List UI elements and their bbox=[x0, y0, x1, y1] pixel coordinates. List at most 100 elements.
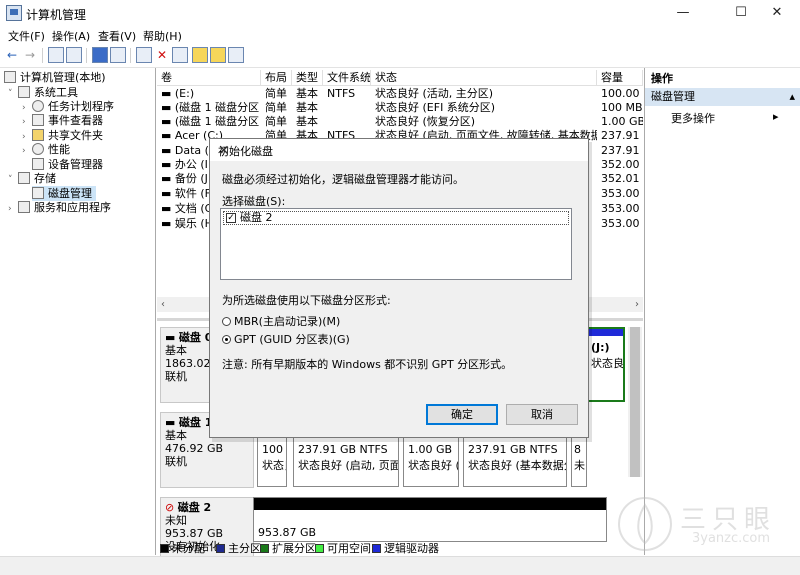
open-folder-icon[interactable] bbox=[192, 47, 208, 63]
window-view-icon[interactable] bbox=[228, 47, 244, 63]
tree-disk-management[interactable]: 磁盘管理 bbox=[32, 186, 96, 201]
volume-name: ▬ (E:) bbox=[161, 87, 195, 100]
tree-shared-folders[interactable]: › 共享文件夹 bbox=[22, 128, 103, 143]
volume-capacity: 237.91 G bbox=[601, 144, 643, 157]
gpt-radio[interactable]: GPT (GUID 分区表)(G) bbox=[222, 331, 350, 347]
check-icon[interactable] bbox=[172, 47, 188, 63]
chevron-right-icon[interactable]: › bbox=[8, 202, 18, 217]
actions-disk-management[interactable]: 磁盘管理 ▴ bbox=[645, 88, 800, 106]
partition-status: 状态良 bbox=[262, 459, 286, 472]
partition-status: 未 bbox=[574, 459, 585, 472]
uninitialized-disk-icon: ⊘ bbox=[165, 501, 178, 514]
tree-services-apps[interactable]: › 服务和应用程序 bbox=[8, 200, 111, 215]
legend-swatch bbox=[315, 544, 324, 553]
menu-action[interactable]: 操作(A) bbox=[52, 28, 90, 44]
unallocated-bar bbox=[254, 498, 606, 510]
volume-row[interactable]: ▬ (磁盘 1 磁盘分区 1) 简单 基本 状态良好 (EFI 系统分区) 10… bbox=[157, 101, 643, 115]
clock-icon bbox=[32, 100, 44, 112]
column-header-filesystem[interactable]: 文件系统 bbox=[323, 70, 371, 86]
disk-list-item[interactable]: ✓ 磁盘 2 bbox=[223, 211, 569, 225]
legend-swatch bbox=[216, 544, 225, 553]
volume-filesystem bbox=[327, 115, 371, 129]
disk-2-unallocated[interactable]: 953.87 GB bbox=[253, 497, 607, 542]
scrollbar-thumb[interactable] bbox=[630, 327, 640, 477]
disk-state: 联机 bbox=[165, 455, 187, 468]
volume-row[interactable]: ▬ (磁盘 1 磁盘分区 4) 简单 基本 状态良好 (恢复分区) 1.00 G… bbox=[157, 115, 643, 129]
volume-bar-icon: ▬ bbox=[161, 101, 175, 114]
legend: 未分配 主分区 扩展分区 可用空间 逻辑驱动器 bbox=[160, 540, 640, 556]
partition-status: 状态良好 (基本数据分 bbox=[468, 459, 567, 472]
volume-capacity: 100 MB bbox=[601, 101, 643, 114]
column-header-type[interactable]: 类型 bbox=[292, 70, 323, 86]
tree-performance[interactable]: › 性能 bbox=[22, 142, 70, 157]
volume-capacity: 352.00 G bbox=[601, 158, 643, 171]
up-folder-icon[interactable] bbox=[48, 47, 64, 63]
menu-view[interactable]: 查看(V) bbox=[98, 28, 136, 44]
delete-icon[interactable]: ✕ bbox=[154, 47, 170, 63]
event-viewer-icon bbox=[32, 114, 44, 126]
tree-event-viewer[interactable]: › 事件查看器 bbox=[22, 113, 103, 128]
gpt-note: 注意: 所有早期版本的 Windows 都不识别 GPT 分区形式。 bbox=[222, 358, 513, 371]
radio-button[interactable] bbox=[222, 317, 231, 326]
column-header-capacity[interactable]: 容量 bbox=[597, 70, 643, 86]
toolbar-separator bbox=[86, 48, 87, 63]
cancel-button[interactable]: 取消 bbox=[506, 404, 578, 425]
mbr-radio[interactable]: MBR(主启动记录)(M) bbox=[222, 313, 340, 329]
dialog-close-button[interactable]: ✕ bbox=[218, 143, 580, 159]
disk-type: 未知 bbox=[165, 514, 187, 527]
partition-size: 8 bbox=[574, 443, 581, 456]
disk-checkbox[interactable]: ✓ bbox=[226, 213, 236, 223]
dialog-titlebar: 初始化磁盘 ✕ bbox=[210, 139, 588, 161]
column-header-status[interactable]: 状态 bbox=[371, 70, 597, 86]
disk-listbox[interactable]: ✓ 磁盘 2 bbox=[220, 208, 572, 280]
chevron-down-icon[interactable]: ˅ bbox=[8, 173, 18, 188]
legend-logical-drive: 逻辑驱动器 bbox=[372, 540, 439, 556]
chevron-down-icon[interactable]: ˅ bbox=[8, 87, 18, 102]
ok-button[interactable]: 确定 bbox=[426, 404, 498, 425]
connect-icon[interactable] bbox=[136, 47, 152, 63]
tree-device-manager[interactable]: 设备管理器 bbox=[32, 157, 103, 172]
legend-free-space: 可用空间 bbox=[315, 540, 371, 556]
menu-help[interactable]: 帮助(H) bbox=[143, 28, 182, 44]
tree-storage[interactable]: ˅ 存储 bbox=[8, 171, 56, 186]
forward-icon[interactable]: → bbox=[22, 47, 38, 63]
computer-icon bbox=[4, 71, 16, 83]
watermark: 三只眼 3yanzc.com bbox=[612, 495, 800, 555]
volume-status: 状态良好 (活动, 主分区) bbox=[375, 87, 494, 100]
volume-capacity: 237.91 G bbox=[601, 129, 643, 142]
scroll-right-icon[interactable]: › bbox=[635, 297, 639, 312]
menu-bar: 文件(F) 操作(A) 查看(V) 帮助(H) bbox=[0, 26, 800, 44]
collapse-up-icon[interactable]: ▴ bbox=[789, 88, 795, 106]
legend-swatch bbox=[160, 544, 169, 553]
volume-bar-icon: ▬ bbox=[161, 187, 175, 200]
volume-name: ▬ (磁盘 1 磁盘分区 4) bbox=[161, 115, 261, 128]
dialog-message: 磁盘必须经过初始化，逻辑磁盘管理器才能访问。 bbox=[222, 173, 464, 186]
column-header-layout[interactable]: 布局 bbox=[261, 70, 292, 86]
volume-bar-icon: ▬ bbox=[161, 87, 175, 100]
menu-file[interactable]: 文件(F) bbox=[8, 28, 45, 44]
more-actions[interactable]: 更多操作 ▸ bbox=[671, 110, 779, 126]
initialize-disk-dialog: 初始化磁盘 ✕ 磁盘必须经过初始化，逻辑磁盘管理器才能访问。 选择磁盘(S): … bbox=[209, 138, 589, 438]
legend-extended: 扩展分区 bbox=[260, 540, 316, 556]
minimize-button[interactable]: — bbox=[660, 0, 706, 26]
chevron-right-icon[interactable]: › bbox=[22, 144, 32, 159]
column-header-volume[interactable]: 卷 bbox=[157, 70, 261, 86]
partition-status: 状态良好 (基 bbox=[591, 357, 624, 370]
shared-folder-icon bbox=[32, 129, 44, 141]
tree-task-scheduler[interactable]: › 任务计划程序 bbox=[22, 99, 114, 114]
help-icon[interactable] bbox=[92, 47, 108, 63]
volume-row[interactable]: ▬ (E:) 简单 基本 NTFS 状态良好 (活动, 主分区) 100.00 … bbox=[157, 87, 643, 101]
radio-button[interactable] bbox=[222, 335, 231, 344]
properties-pane-icon[interactable] bbox=[110, 47, 126, 63]
navigation-tree: 计算机管理(本地) ˅ 系统工具 › 任务计划程序 › 事件查看器 › 共享文件夹 › 性… bbox=[0, 68, 156, 555]
tree-system-tools[interactable]: ˅ 系统工具 bbox=[8, 85, 78, 100]
volume-layout: 简单 bbox=[265, 87, 287, 100]
scroll-left-icon[interactable]: ‹ bbox=[161, 297, 165, 312]
show-hide-tree-icon[interactable] bbox=[66, 47, 82, 63]
search-folder-icon[interactable] bbox=[210, 47, 226, 63]
volume-layout: 简单 bbox=[265, 101, 287, 114]
close-button[interactable]: ✕ bbox=[754, 0, 800, 26]
back-icon[interactable]: ← bbox=[4, 47, 20, 63]
disk-map-scrollbar[interactable] bbox=[628, 327, 642, 477]
tree-root[interactable]: 计算机管理(本地) bbox=[4, 70, 106, 85]
